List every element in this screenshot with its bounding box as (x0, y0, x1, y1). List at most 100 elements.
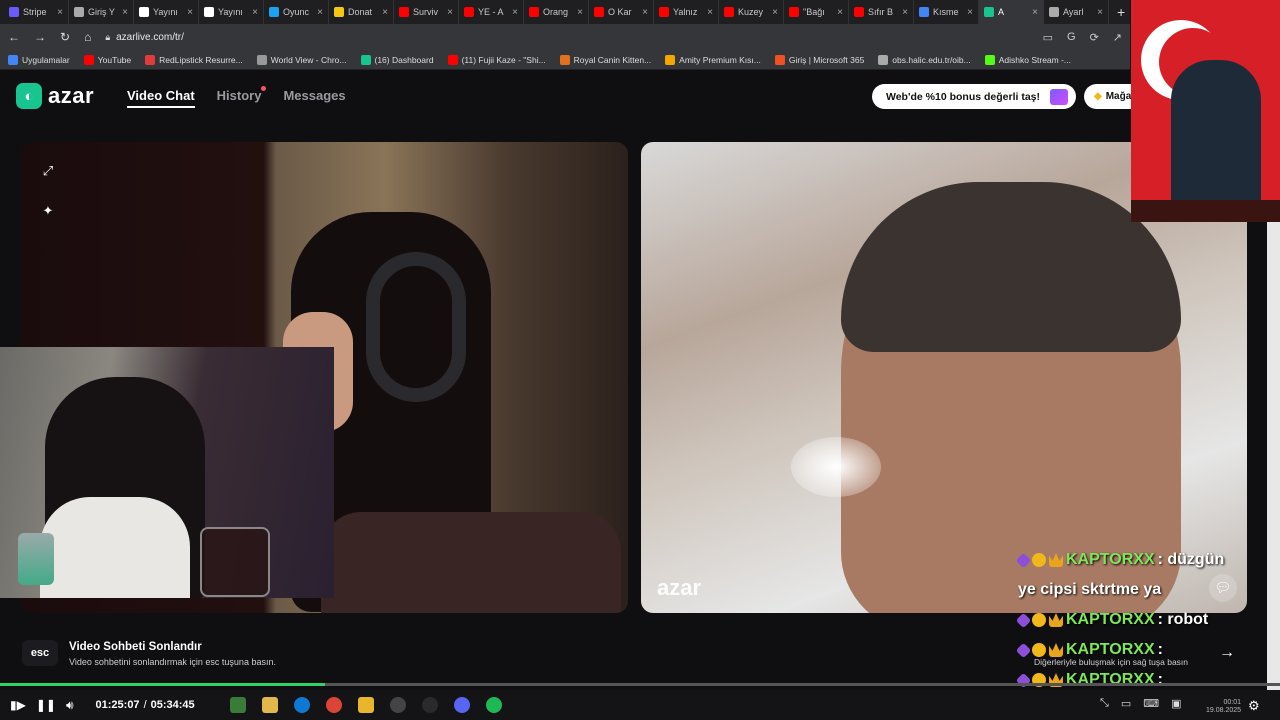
url-field[interactable]: azarlive.com/tr/ (116, 32, 184, 43)
tab-close-icon[interactable]: × (1097, 7, 1103, 18)
coin-badge-icon (1032, 613, 1046, 627)
stream-chat-overlay: KAPTORXX : düzgün ye cipsi sktrtme ya KA… (1015, 545, 1280, 695)
webcam-jar (18, 533, 54, 585)
tab-close-icon[interactable]: × (1032, 7, 1038, 18)
browser-tab[interactable]: Stripe × (4, 0, 69, 24)
tab-close-icon[interactable]: × (187, 7, 193, 18)
edge-icon[interactable] (294, 697, 310, 713)
tab-close-icon[interactable]: × (447, 7, 453, 18)
browser-tab[interactable]: Oyunc × (264, 0, 329, 24)
bookmark-label: World View - Chro... (270, 54, 347, 65)
browser-tab[interactable]: Kısmе × (914, 0, 979, 24)
tab-close-icon[interactable]: × (902, 7, 908, 18)
browser-tab[interactable]: Kuzey × (719, 0, 784, 24)
bookmark-item[interactable]: Giriş | Microsoft 365 (774, 54, 865, 65)
caption-icon[interactable]: ▭ (1121, 697, 1131, 710)
settings-gear-icon[interactable]: ⚙ (1248, 698, 1260, 714)
nav-messages[interactable]: Messages (283, 88, 345, 108)
bookmark-item[interactable]: Uygulamalar (8, 54, 70, 65)
browser-tab[interactable]: "Bağı × (784, 0, 849, 24)
bookmark-item[interactable]: Royal Canin Kitten... (559, 54, 651, 65)
browser-tab[interactable]: Yayını × (199, 0, 264, 24)
bookmark-label: Giriş | Microsoft 365 (788, 54, 865, 65)
chrome-icon[interactable] (326, 697, 342, 713)
back-icon[interactable]: ← (8, 30, 20, 44)
reload-icon[interactable]: ↻ (60, 30, 70, 44)
tab-close-icon[interactable]: × (837, 7, 843, 18)
azar-logo[interactable]: ◐ azar (16, 83, 94, 109)
app-thumbnail-icon[interactable] (230, 697, 246, 713)
bookmark-item[interactable]: obs.halic.edu.tr/oib... (878, 54, 971, 65)
google-icon[interactable]: G (1067, 31, 1076, 44)
discord-icon[interactable] (454, 697, 470, 713)
bookmark-item[interactable]: Amity Premium Kısı... (665, 54, 761, 65)
tab-label: Sıfır B (868, 7, 894, 17)
recorder-icon[interactable] (422, 697, 438, 713)
keyboard-icon[interactable]: ⌨ (1143, 697, 1159, 710)
tab-close-icon[interactable]: × (382, 7, 388, 18)
nav-video-chat[interactable]: Video Chat (127, 88, 195, 108)
cast-icon[interactable]: ▭ (1043, 31, 1053, 44)
tab-close-icon[interactable]: × (577, 7, 583, 18)
tab-close-icon[interactable]: × (707, 7, 713, 18)
browser-tab[interactable]: Yalnız × (654, 0, 719, 24)
browser-tab[interactable]: Ayarl × (1044, 0, 1109, 24)
sub-badge-icon (1015, 642, 1032, 658)
share-icon[interactable]: ↗ (1113, 31, 1122, 44)
browser-tab[interactable]: Orang × (524, 0, 589, 24)
tab-close-icon[interactable]: × (57, 7, 63, 18)
pause-icon[interactable]: ❚❚ (36, 698, 56, 712)
tab-favicon-icon (919, 7, 929, 17)
browser-tab[interactable]: O Kar × (589, 0, 654, 24)
browser-tab[interactable]: Sıfır B × (849, 0, 914, 24)
folder-icon[interactable] (262, 697, 278, 713)
browser-tab[interactable]: Donat × (329, 0, 394, 24)
esc-key-button[interactable]: esc (22, 640, 58, 666)
chat-username: KAPTORXX (1066, 611, 1155, 628)
bookmark-item[interactable]: World View - Chro... (256, 54, 347, 65)
bookmark-item[interactable]: (16) Dashboard (360, 54, 434, 65)
fullscreen-exit-icon[interactable]: ⤡ (1100, 697, 1109, 710)
bookmark-item[interactable]: Adishko Stream -... (984, 54, 1071, 65)
bookmark-item[interactable]: (11) Fujii Kaze - "Shi... (447, 54, 546, 65)
next-arrow-icon[interactable]: → (1214, 642, 1240, 664)
browser-tab[interactable]: A × (979, 0, 1044, 24)
tab-close-icon[interactable]: × (512, 7, 518, 18)
volume-icon[interactable]: 🔊︎ (66, 698, 74, 713)
nav-history[interactable]: History (217, 86, 267, 108)
tab-close-icon[interactable]: × (642, 7, 648, 18)
screen-icon[interactable]: ▣ (1171, 697, 1181, 710)
bookmark-favicon-icon (984, 54, 995, 65)
browser-tab[interactable]: YE - A × (459, 0, 524, 24)
tab-label: Yalnız (673, 7, 698, 17)
bookmark-favicon-icon (360, 54, 371, 65)
skip-icon[interactable]: ▮▶ (10, 698, 26, 712)
chat-line: ye cipsi sktrtme ya (1018, 575, 1280, 605)
browser-tab[interactable]: Giriş Y × (69, 0, 134, 24)
next-match-hint: Diğerleriyle buluşmak için sağ tuşa bası… (1034, 657, 1189, 667)
extension-icon[interactable]: ⟳ (1090, 31, 1099, 44)
tab-favicon-icon (74, 7, 84, 17)
tab-close-icon[interactable]: × (772, 7, 778, 18)
tab-close-icon[interactable]: × (252, 7, 258, 18)
forward-icon[interactable]: → (34, 30, 46, 44)
magic-wand-icon[interactable]: ✦ (39, 202, 57, 220)
notes-icon[interactable] (358, 697, 374, 713)
tab-close-icon[interactable]: × (967, 7, 973, 18)
bookmark-label: (11) Fujii Kaze - "Shi... (461, 54, 546, 65)
new-tab-icon[interactable]: + (1117, 4, 1125, 20)
browser-tab[interactable]: Yayını × (134, 0, 199, 24)
fullscreen-icon[interactable]: ⤢ (39, 162, 57, 180)
bookmark-item[interactable]: YouTube (83, 54, 131, 65)
bookmark-favicon-icon (878, 54, 889, 65)
browser-tab[interactable]: Surviv × (394, 0, 459, 24)
spotify-icon[interactable] (486, 697, 502, 713)
bookmark-item[interactable]: RedLipstick Resurre... (145, 54, 243, 65)
tab-label: Orang (543, 7, 569, 17)
video-progress-bar[interactable] (0, 683, 1280, 686)
tab-close-icon[interactable]: × (317, 7, 323, 18)
home-icon[interactable]: ⌂ (84, 30, 91, 44)
promo-button[interactable]: Web'de %10 bonus değerli taş! (872, 84, 1076, 109)
tab-close-icon[interactable]: × (122, 7, 128, 18)
obs-icon[interactable] (390, 697, 406, 713)
